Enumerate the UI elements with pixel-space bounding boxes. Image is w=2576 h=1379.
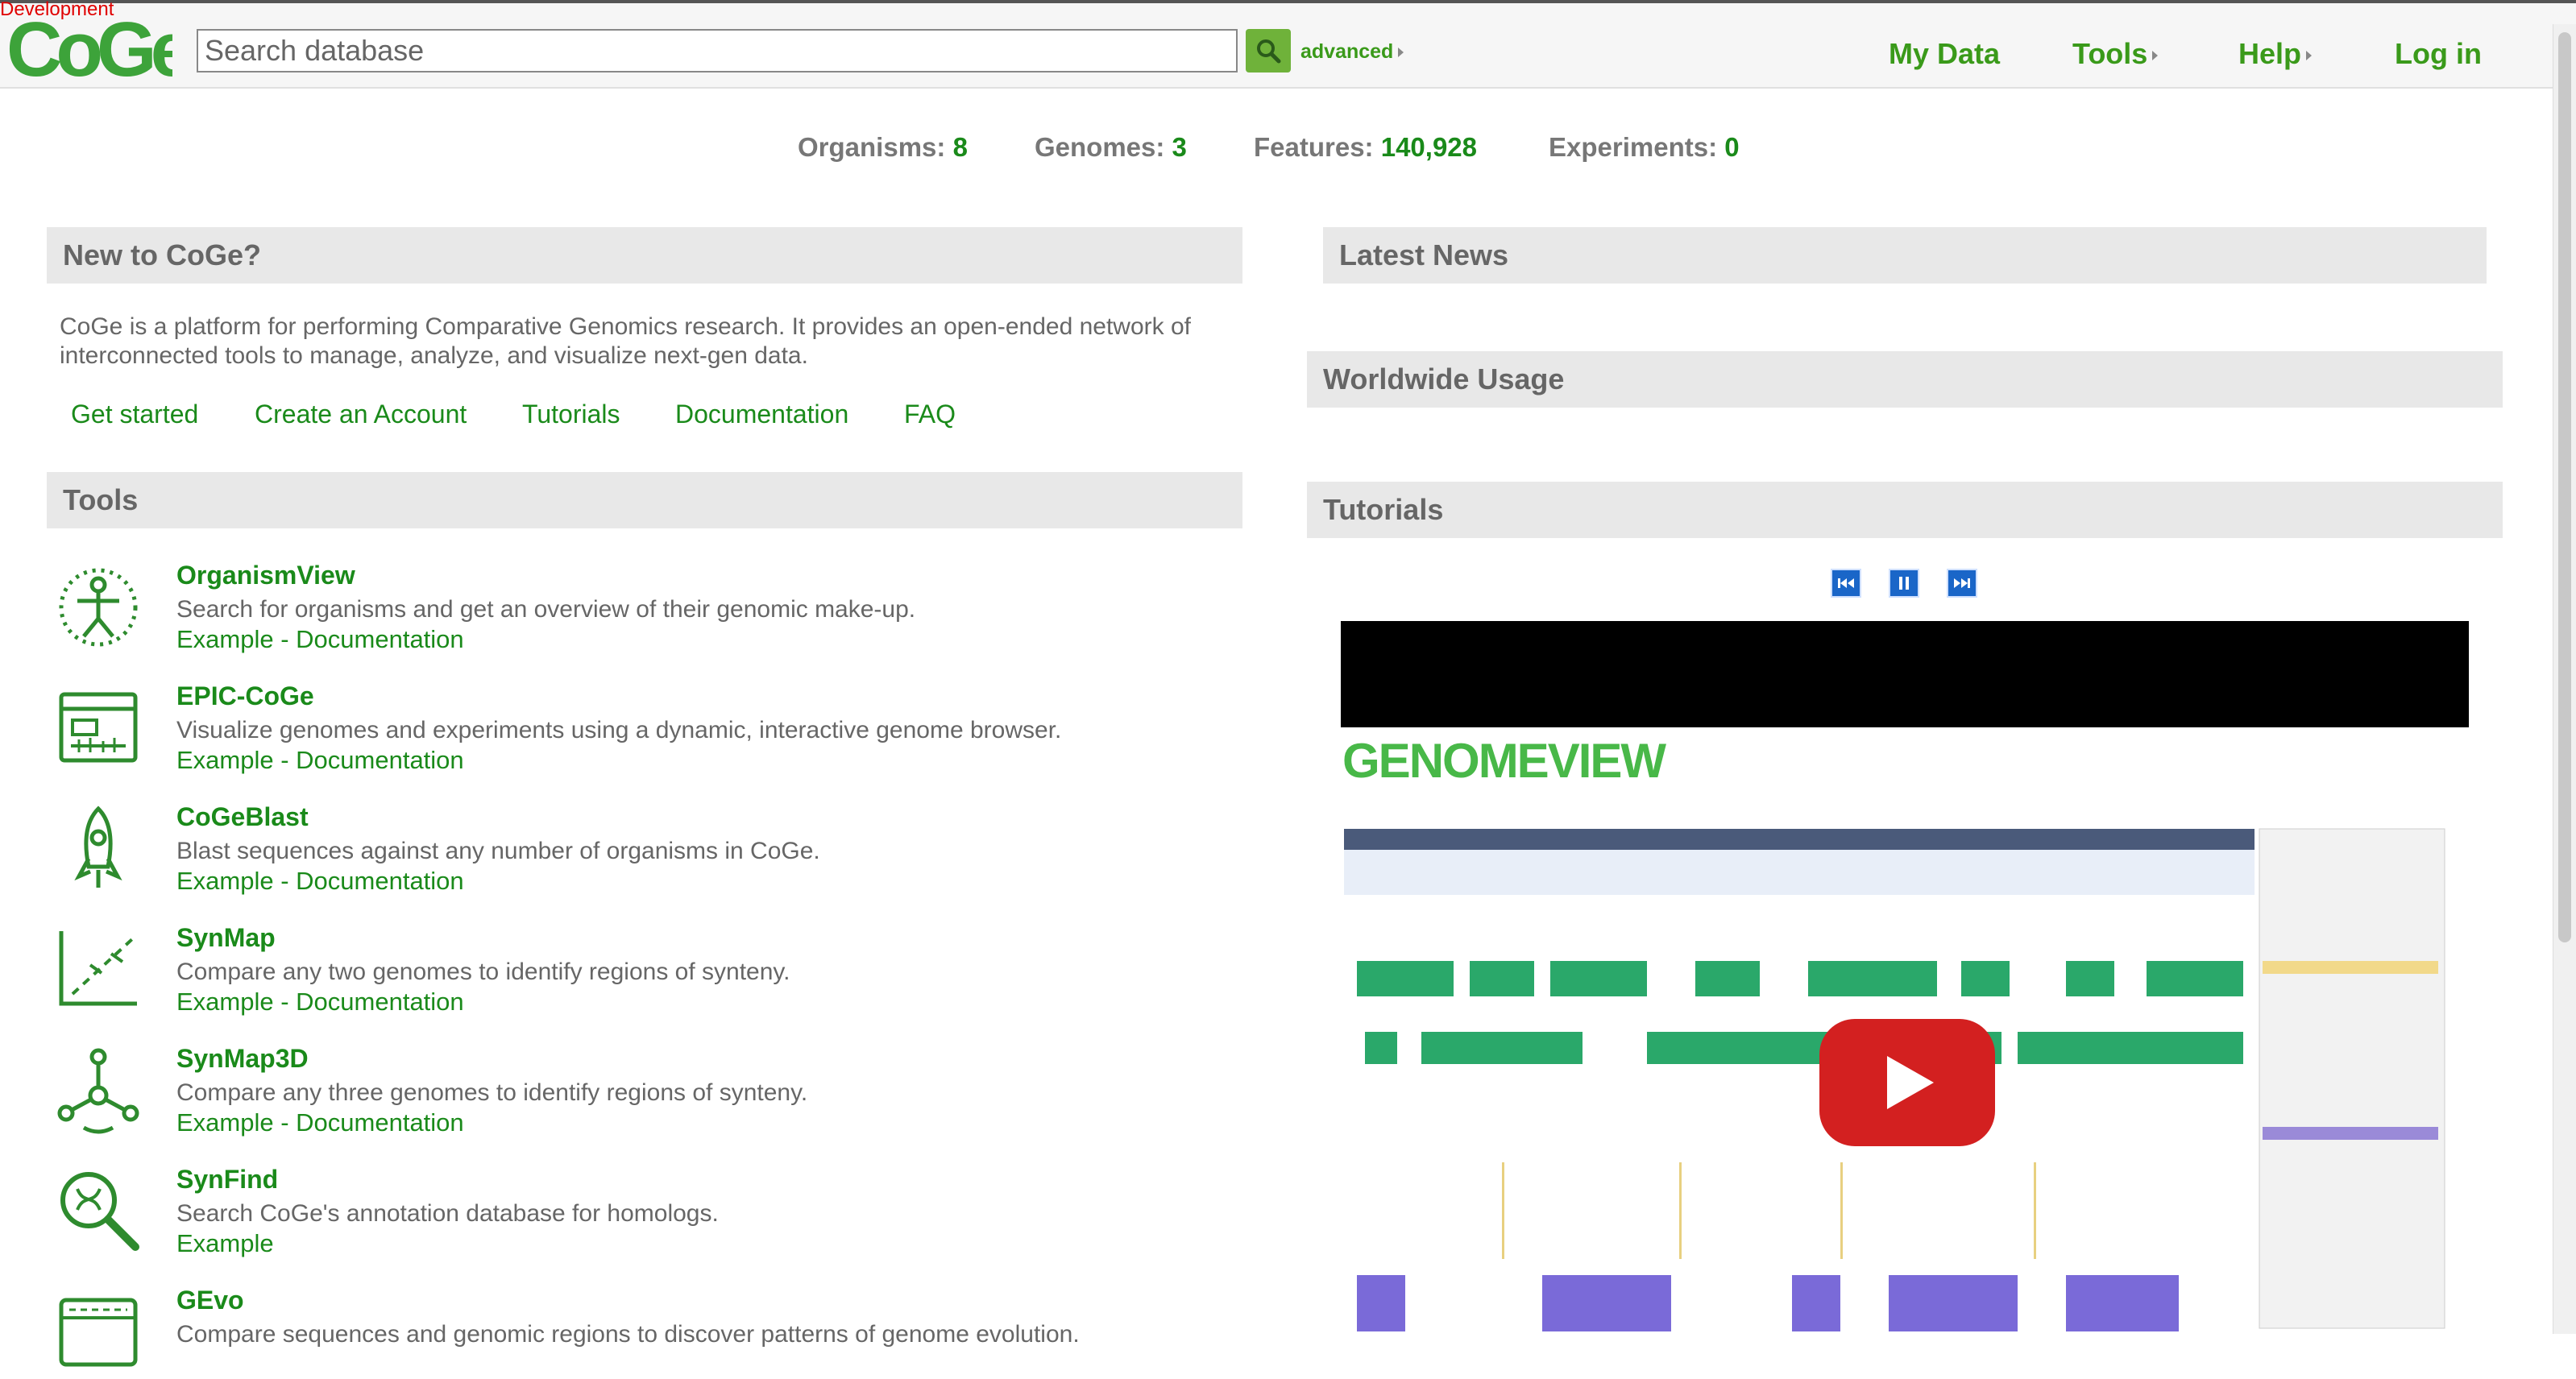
tool-links[interactable]: Example - Documentation: [176, 746, 464, 775]
page-scrollbar[interactable]: [2553, 24, 2576, 1334]
nav-tools[interactable]: Tools: [2072, 37, 2159, 71]
advanced-search-link[interactable]: advanced: [1300, 40, 1404, 64]
tool-title[interactable]: SynMap: [176, 923, 276, 953]
tool-description: Search for organisms and get an overview…: [176, 596, 916, 623]
rocket-icon: [74, 805, 122, 888]
tool-description: Compare sequences and genomic regions to…: [176, 1321, 1080, 1348]
tool-title[interactable]: SynFind: [176, 1165, 278, 1195]
tool-links[interactable]: Example - Documentation: [176, 625, 464, 654]
tool-links[interactable]: Example - Documentation: [176, 1108, 464, 1137]
latest-news-header: Latest News: [1323, 227, 2487, 284]
stat-experiments: Experiments: 0: [1549, 132, 1740, 162]
intro-text: CoGe is a platform for performing Compar…: [60, 313, 1191, 369]
tool-title[interactable]: EPIC-CoGe: [176, 681, 314, 711]
skip-forward-icon: [1954, 578, 1970, 588]
search-icon: [1257, 39, 1281, 64]
tutorials-link[interactable]: Tutorials: [522, 400, 620, 429]
nav-help[interactable]: Help: [2238, 37, 2313, 71]
tutorials-header: Tutorials: [1307, 482, 2503, 538]
caret-right-icon: [1398, 48, 1404, 58]
tool-description: Blast sequences against any number of or…: [176, 838, 820, 864]
scrollbar-thumb[interactable]: [2558, 32, 2571, 942]
new-to-coge-header: New to CoGe?: [47, 227, 1242, 284]
magnifier-icon: [60, 1172, 139, 1251]
network-icon: [57, 1048, 139, 1134]
tool-links[interactable]: Example: [176, 1229, 274, 1258]
browser-icon: [59, 692, 138, 763]
search-button[interactable]: [1246, 29, 1291, 72]
nav-login[interactable]: Log in: [2395, 37, 2482, 71]
nav-my-data[interactable]: My Data: [1889, 37, 2000, 71]
tool-links[interactable]: Example - Documentation: [176, 867, 464, 896]
stat-organisms: Organisms: 8: [798, 132, 968, 162]
tool-description: Compare any three genomes to identify re…: [176, 1079, 808, 1106]
environment-label: Development: [0, 0, 114, 20]
svg-text:CoGe: CoGe: [6, 13, 172, 85]
tool-links[interactable]: Example - Documentation: [176, 988, 464, 1017]
tool-title[interactable]: CoGeBlast: [176, 802, 309, 832]
tool-title[interactable]: GEvo: [176, 1286, 244, 1315]
previous-slide-button[interactable]: [1831, 569, 1861, 598]
faq-link[interactable]: FAQ: [904, 400, 956, 429]
tool-description: Search CoGe's annotation database for ho…: [176, 1200, 719, 1227]
tool-description: Visualize genomes and experiments using …: [176, 717, 1062, 743]
gevo-icon: [59, 1298, 138, 1367]
search-input[interactable]: [197, 29, 1238, 72]
tool-title[interactable]: OrganismView: [176, 561, 355, 590]
top-navbar: CoGe advanced My Data Tools Help Log in: [0, 0, 2576, 89]
next-slide-button[interactable]: [1947, 569, 1977, 598]
pause-icon: [1899, 577, 1909, 590]
dotplot-icon: [59, 931, 137, 1006]
stat-genomes: Genomes: 3: [1035, 132, 1187, 162]
worldwide-usage-header: Worldwide Usage: [1307, 351, 2503, 408]
get-started-link[interactable]: Get started: [71, 400, 198, 429]
caret-right-icon: [2306, 51, 2313, 61]
tutorial-video-player[interactable]: GENOMEVIEW: [1341, 621, 2469, 1334]
tools-header: Tools: [47, 472, 1242, 528]
pause-slide-button[interactable]: [1889, 569, 1919, 598]
tool-description: Compare any two genomes to identify regi…: [176, 959, 790, 985]
organism-icon: [59, 568, 138, 647]
tool-title[interactable]: SynMap3D: [176, 1044, 309, 1074]
coge-logo[interactable]: CoGe: [6, 13, 172, 85]
skip-back-icon: [1838, 578, 1854, 588]
create-account-link[interactable]: Create an Account: [255, 400, 467, 429]
documentation-link[interactable]: Documentation: [675, 400, 848, 429]
caret-right-icon: [2152, 51, 2159, 61]
play-button-icon[interactable]: [1816, 1016, 1998, 1149]
stat-features: Features: 140,928: [1254, 132, 1478, 162]
svg-text:GENOMEVIEW: GENOMEVIEW: [1342, 734, 1666, 788]
